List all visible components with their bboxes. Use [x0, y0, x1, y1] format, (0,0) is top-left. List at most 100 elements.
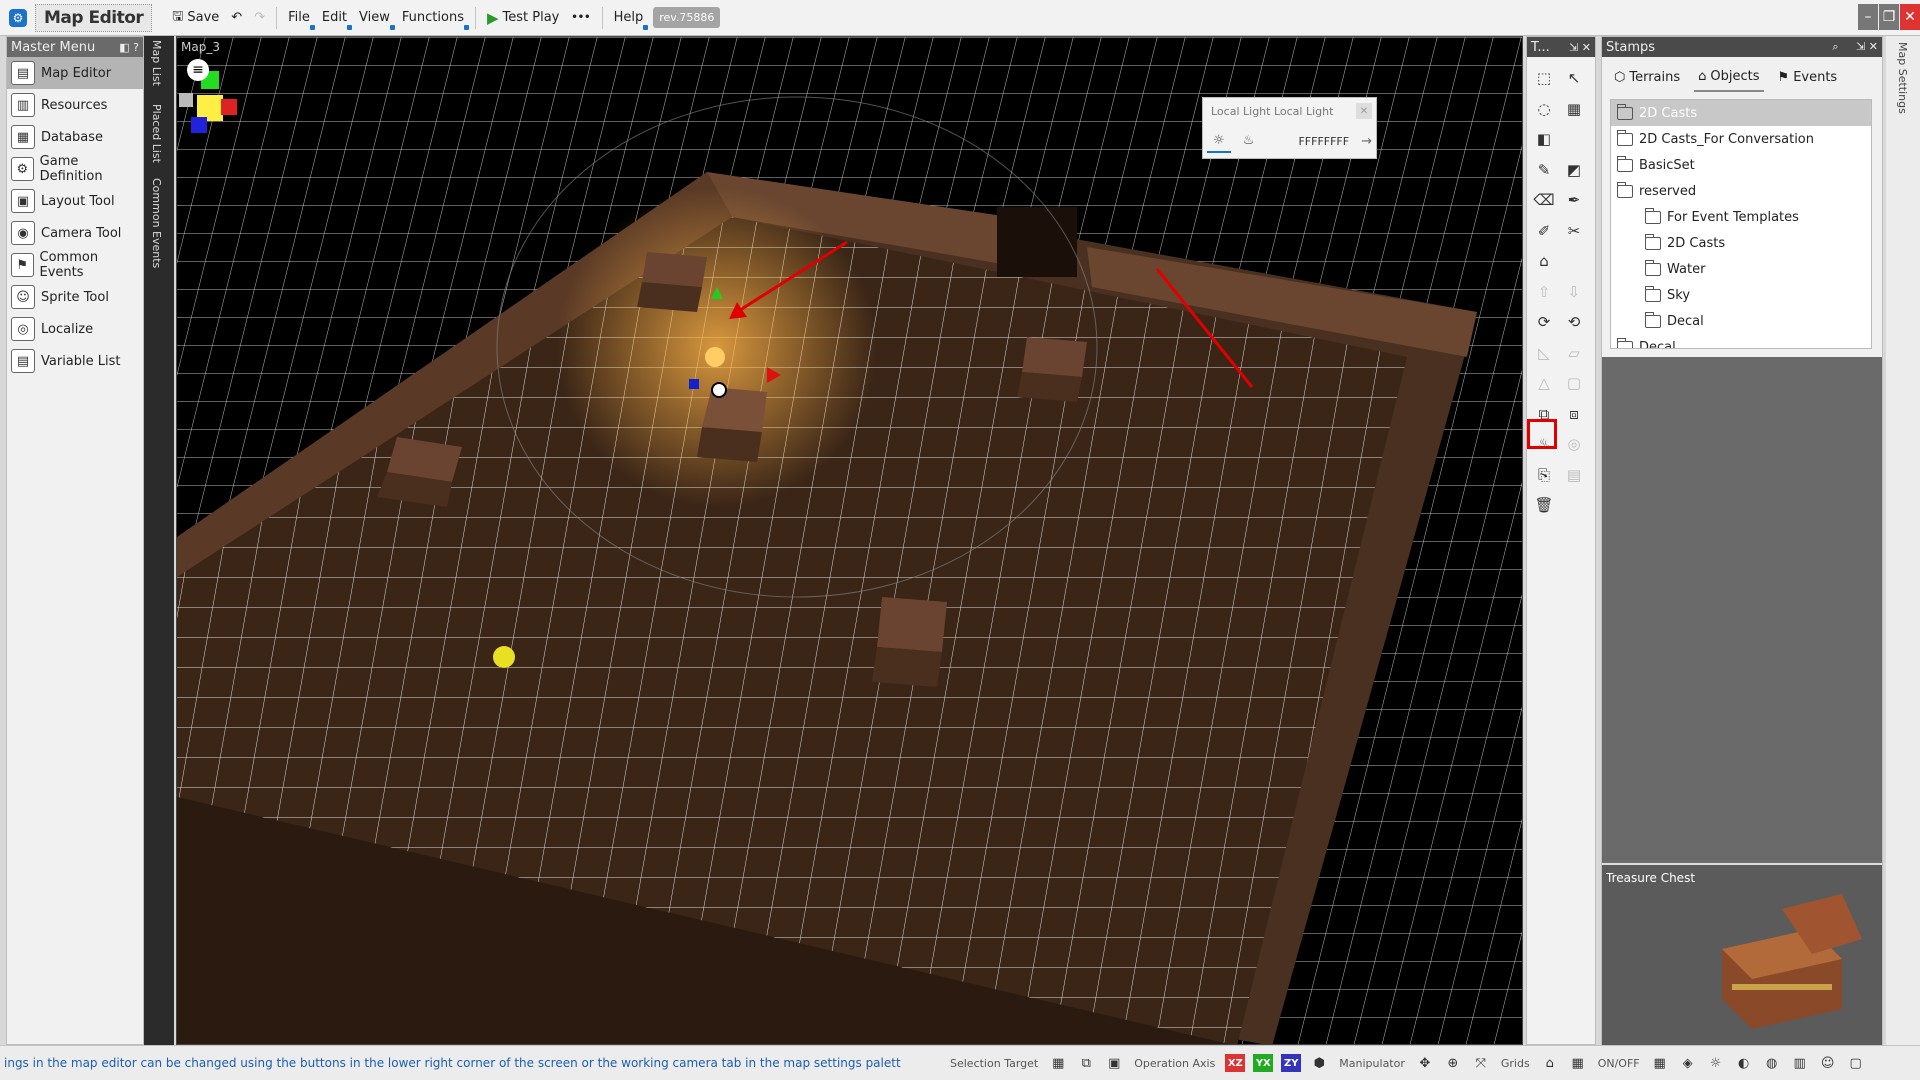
tab-placed-list[interactable]: Placed List [150, 104, 163, 163]
menu-edit[interactable]: Edit [316, 5, 353, 31]
block[interactable] [1017, 337, 1087, 402]
master-menu-item-map-editor[interactable]: ▤ Map Editor [7, 57, 143, 89]
select-pointer-icon[interactable]: ↖ [1561, 65, 1587, 91]
slope-icon[interactable]: ◺ [1531, 340, 1557, 366]
maximize-button[interactable]: ❐ [1879, 4, 1899, 30]
select-rect-icon[interactable]: ⬚ [1531, 65, 1557, 91]
view-light-icon[interactable]: ☼ [1705, 1052, 1727, 1074]
tree-node[interactable]: 2D Casts [1611, 230, 1871, 256]
grid-fill-icon[interactable]: ▦ [1561, 96, 1587, 122]
menu-file[interactable]: File [282, 5, 316, 31]
event-select-icon[interactable]: ▣ [1103, 1052, 1125, 1074]
pick-object-icon[interactable]: ✂ [1561, 218, 1587, 244]
axis-xz-button[interactable]: XZ [1225, 1054, 1246, 1072]
tab-map-list[interactable]: Map List [150, 40, 163, 86]
scene-canvas[interactable]: ≡ [177, 37, 1523, 1045]
more-button[interactable]: ••• [565, 5, 596, 31]
tree-node[interactable]: Sky [1611, 282, 1871, 308]
menu-help[interactable]: Help [608, 5, 650, 31]
stamp-bucket-icon[interactable]: ◧ [1531, 126, 1557, 152]
tree-node[interactable]: reserved [1611, 178, 1871, 204]
paste-icon[interactable]: ⧈ [1561, 401, 1587, 427]
tab-map-settings[interactable]: Map Settings [1896, 42, 1909, 114]
clipboard-icon[interactable]: ▤ [1561, 462, 1587, 488]
light-color-value[interactable]: FFFFFFFF [1298, 135, 1349, 148]
grid-select-icon[interactable]: ▦ [1047, 1052, 1069, 1074]
lower-icon[interactable]: ⇩ [1561, 279, 1587, 305]
axis-zy-button[interactable]: ZY [1281, 1054, 1302, 1072]
house-icon[interactable]: ⌂ [1531, 248, 1557, 274]
spot-light-icon[interactable]: ◎ [1561, 431, 1587, 457]
master-menu-item-database[interactable]: ▦ Database [7, 121, 143, 153]
map-viewport[interactable]: Map_3 ≡ Local Light Local Light ✕ ☼ ♨ FF… [176, 36, 1523, 1045]
light-bulb-icon[interactable]: ♨ [1237, 129, 1261, 153]
light-gizmo[interactable] [705, 347, 725, 367]
tree-node[interactable]: Decal [1611, 308, 1871, 334]
master-menu-item-camera-tool[interactable]: ◉ Camera Tool [7, 217, 143, 249]
pen-object-icon[interactable]: ✐ [1531, 218, 1557, 244]
player-cast[interactable] [493, 646, 515, 668]
tree-node[interactable]: 2D Casts_For Conversation [1611, 126, 1871, 152]
menu-functions[interactable]: Functions [396, 5, 470, 31]
master-menu-item-game-definition[interactable]: ⚙ Game Definition [7, 153, 143, 185]
master-menu-item-sprite-tool[interactable]: ☺ Sprite Tool [7, 281, 143, 313]
tab-events[interactable]: ⚑ Events [1774, 62, 1842, 92]
test-play-button[interactable]: ▶ Test Play [481, 5, 565, 31]
help-icon[interactable]: ◧ ? [119, 41, 139, 54]
grid-height-icon[interactable]: ⌂ [1539, 1052, 1561, 1074]
block[interactable] [637, 252, 707, 312]
tab-common-events[interactable]: Common Events [150, 178, 163, 268]
light-sun-icon[interactable]: ☼ [1207, 129, 1231, 153]
empty-2-icon[interactable] [1561, 248, 1587, 274]
redo-button[interactable]: ↷ [248, 5, 271, 31]
view-camera-icon[interactable]: ▢ [1845, 1052, 1867, 1074]
tree-node[interactable]: 2D Casts [1611, 100, 1871, 126]
view-building-icon[interactable]: ▥ [1789, 1052, 1811, 1074]
wall-icon[interactable]: ▱ [1561, 340, 1587, 366]
master-menu-item-layout-tool[interactable]: ▣ Layout Tool [7, 185, 143, 217]
arrow-right-icon[interactable]: → [1361, 134, 1372, 149]
rotate-camera-icon[interactable]: ⟲ [1561, 309, 1587, 335]
pencil-icon[interactable]: ✎ [1531, 157, 1557, 183]
empty-1-icon[interactable] [1561, 126, 1587, 152]
tree-node[interactable]: BasicSet [1611, 152, 1871, 178]
search-icon[interactable]: ⌕ ⇲ ✕ [1832, 40, 1878, 54]
stamp-tree[interactable]: 2D Casts 2D Casts_For Conversation BasicSe… [1610, 99, 1872, 349]
rotate-gizmo-icon[interactable]: ⊕ [1442, 1052, 1464, 1074]
eraser-icon[interactable]: ⌫ [1531, 187, 1557, 213]
close-button[interactable]: ✕ [1900, 4, 1920, 30]
view-sky-icon[interactable]: ◍ [1761, 1052, 1783, 1074]
tree-node[interactable]: Decal [1611, 334, 1871, 348]
light-object-icon[interactable] [711, 382, 727, 398]
tab-terrains[interactable]: ⬡ Terrains [1610, 62, 1684, 92]
object-select-icon[interactable]: ⧉ [1075, 1052, 1097, 1074]
menu-view[interactable]: View [353, 5, 396, 31]
scale-gizmo-icon[interactable]: ⤧ [1470, 1052, 1492, 1074]
trash-icon[interactable]: 🗑 [1531, 492, 1557, 518]
view-character-icon[interactable]: ☺ [1817, 1052, 1839, 1074]
view-grid-icon[interactable]: ▦ [1649, 1052, 1671, 1074]
view-shadow-icon[interactable]: ◐ [1733, 1052, 1755, 1074]
minimize-button[interactable]: – [1858, 4, 1878, 30]
manipulator-icon[interactable]: ⬢ [1308, 1052, 1330, 1074]
view-layer-icon[interactable]: ◈ [1677, 1052, 1699, 1074]
tree-node[interactable]: For Event Templates [1611, 204, 1871, 230]
duplicate-icon[interactable]: ⎘ [1531, 462, 1557, 488]
picker-icon[interactable]: ✒ [1561, 187, 1587, 213]
stamp-icon[interactable]: ◩ [1561, 157, 1587, 183]
raise-icon[interactable]: ⇧ [1531, 279, 1557, 305]
lasso-icon[interactable]: ◌ [1531, 96, 1557, 122]
master-menu-item-localize[interactable]: ◎ Localize [7, 313, 143, 345]
popup-close-icon[interactable]: ✕ [1356, 103, 1372, 119]
master-menu-item-resources[interactable]: ▥ Resources [7, 89, 143, 121]
undo-button[interactable]: ↶ [225, 5, 248, 31]
axis-z-handle[interactable] [689, 379, 699, 389]
tab-objects[interactable]: ⌂ Objects [1694, 62, 1764, 92]
pin-close-icon[interactable]: ⇲ ✕ [1569, 41, 1591, 54]
view-menu-icon[interactable]: ≡ [187, 59, 209, 81]
rotate-object-icon[interactable]: ⟳ [1531, 309, 1557, 335]
save-button[interactable]: 🖫 Save [166, 5, 225, 31]
block[interactable] [872, 597, 947, 687]
grid-toggle-icon[interactable]: ▦ [1567, 1052, 1589, 1074]
master-menu-item-common-events[interactable]: ⚑ Common Events [7, 249, 143, 281]
